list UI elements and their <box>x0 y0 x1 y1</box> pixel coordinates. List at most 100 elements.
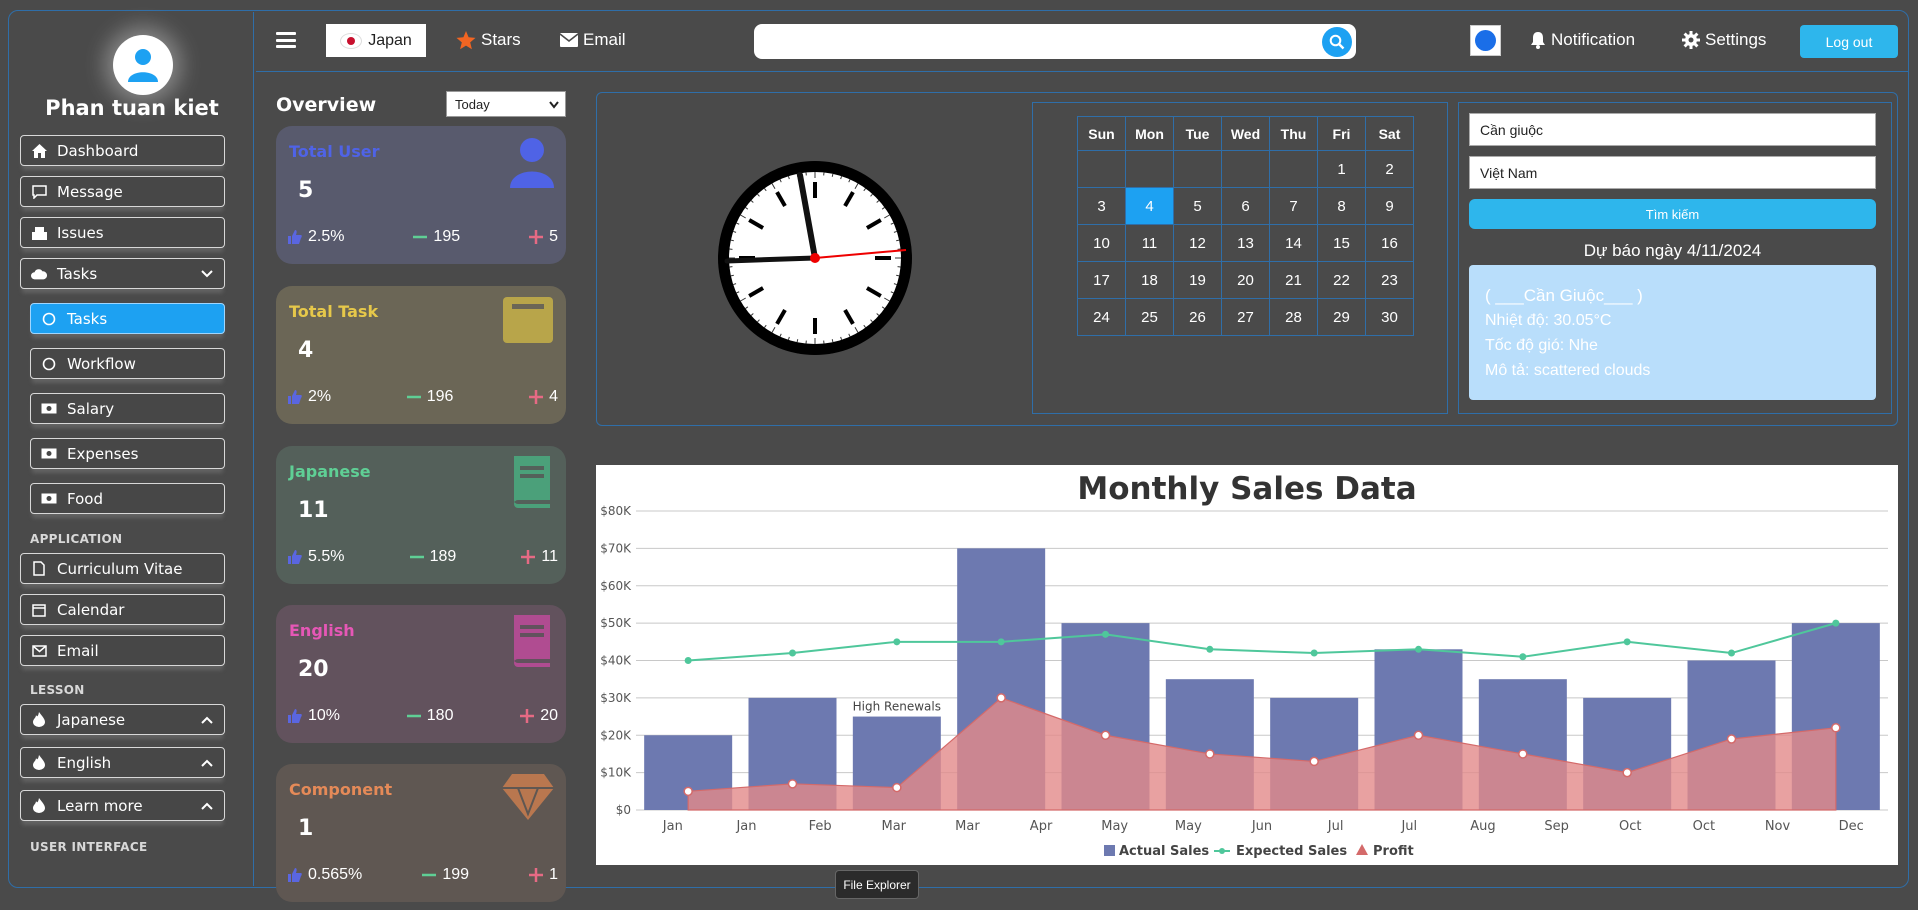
weather-wind: Tốc độ gió: Nhe <box>1485 337 1598 354</box>
theme-color-picker[interactable] <box>1470 25 1501 56</box>
sidebar-subitem-workflow[interactable]: Workflow <box>30 348 225 379</box>
sidebar-item-calendar[interactable]: Calendar <box>20 594 225 625</box>
calendar-day[interactable]: 13 <box>1221 224 1270 262</box>
weather-search-button[interactable]: Tìm kiếm <box>1469 199 1876 229</box>
x-tick-label: Jan <box>662 819 683 834</box>
file-explorer-tooltip: File Explorer <box>835 870 919 899</box>
calendar-day[interactable]: 22 <box>1317 261 1366 299</box>
calendar-day[interactable]: 25 <box>1125 298 1174 336</box>
stars-link[interactable]: Stars <box>456 30 521 50</box>
calendar-day[interactable]: 10 <box>1077 224 1126 262</box>
home-icon <box>31 143 47 159</box>
point-profit <box>1831 723 1841 733</box>
stat-minus-value: 189 <box>429 548 457 565</box>
city-input[interactable]: Cần giuộc <box>1469 113 1876 146</box>
calendar-day[interactable]: 23 <box>1365 261 1414 299</box>
search-input[interactable] <box>754 24 1356 59</box>
calendar-day[interactable]: 1 <box>1317 150 1366 188</box>
menu-icon[interactable] <box>276 32 296 48</box>
card-stats: 2% 196 4 <box>288 388 558 406</box>
email-link[interactable]: Email <box>560 30 626 50</box>
sidebar-item-learn-more[interactable]: Learn more <box>20 790 225 821</box>
calendar-day[interactable]: 29 <box>1317 298 1366 336</box>
sidebar-item-tasks[interactable]: Tasks <box>20 258 225 289</box>
overview-card[interactable]: English 20 10% 180 20 <box>276 605 566 743</box>
stat-plus: 20 <box>520 707 558 725</box>
sidebar-item-curriculum-vitae[interactable]: Curriculum Vitae <box>20 553 225 584</box>
username: Phan tuan kiet <box>45 96 219 120</box>
calendar-day <box>1125 150 1174 188</box>
card-value: 5 <box>298 178 314 203</box>
calendar-day[interactable]: 3 <box>1077 187 1126 225</box>
card-stats: 5.5% 189 11 <box>288 548 558 566</box>
flame-icon <box>31 712 47 728</box>
calendar-day[interactable]: 26 <box>1173 298 1222 336</box>
calendar-day[interactable]: 24 <box>1077 298 1126 336</box>
card-stats: 0.565% 199 1 <box>288 866 558 884</box>
x-tick-label: May <box>1101 819 1128 834</box>
calendar-day[interactable]: 6 <box>1221 187 1270 225</box>
sidebar-subitem-salary[interactable]: Salary <box>30 393 225 424</box>
sidebar-item-label: Salary <box>67 399 115 418</box>
y-tick-label: $20K <box>600 728 632 742</box>
sidebar-item-japanese[interactable]: Japanese <box>20 704 225 735</box>
settings-button[interactable]: Settings <box>1682 30 1766 50</box>
sidebar-subitem-expenses[interactable]: Expenses <box>30 438 225 469</box>
y-tick-label: $60K <box>600 579 632 593</box>
calendar-day[interactable]: 14 <box>1269 224 1318 262</box>
sidebar-item-label: Tasks <box>57 264 98 283</box>
period-select[interactable]: Today <box>446 91 566 117</box>
point-expected-sales <box>997 638 1005 646</box>
sidebar-item-label: Issues <box>57 223 104 242</box>
sidebar-item-label: Japanese <box>57 710 126 729</box>
calendar-day[interactable]: 30 <box>1365 298 1414 336</box>
sidebar-subitem-tasks[interactable]: Tasks <box>30 303 225 334</box>
country-input[interactable]: Việt Nam <box>1469 156 1876 189</box>
thumbs-up-icon <box>288 230 302 244</box>
sidebar-item-email[interactable]: Email <box>20 635 225 666</box>
calendar-day[interactable]: 18 <box>1125 261 1174 299</box>
avatar[interactable] <box>113 35 173 95</box>
sidebar-item-english[interactable]: English <box>20 747 225 778</box>
point-profit <box>1413 730 1424 740</box>
calendar-day[interactable]: 21 <box>1269 261 1318 299</box>
overview-card[interactable]: Japanese 11 5.5% 189 11 <box>276 446 566 584</box>
search-button[interactable] <box>1322 27 1352 57</box>
overview-card[interactable]: Total Task 4 2% 196 4 <box>276 286 566 424</box>
calendar-day[interactable]: 9 <box>1365 187 1414 225</box>
calendar-day[interactable]: 27 <box>1221 298 1270 336</box>
calendar-day[interactable]: 2 <box>1365 150 1414 188</box>
sidebar-subitem-food[interactable]: Food <box>30 483 225 514</box>
sidebar-item-issues[interactable]: Issues <box>20 217 225 248</box>
card-value: 1 <box>298 816 314 841</box>
plus-icon <box>529 230 544 244</box>
calendar-day[interactable]: 8 <box>1317 187 1366 225</box>
calendar-day[interactable]: 19 <box>1173 261 1222 299</box>
calendar-day[interactable]: 7 <box>1269 187 1318 225</box>
calendar-day[interactable]: 11 <box>1125 224 1174 262</box>
sales-chart-svg: Monthly Sales Data $0 $10K $20K $30K $40K $50K… <box>600 471 1888 859</box>
language-button[interactable]: Japan <box>326 24 426 57</box>
calendar-day[interactable]: 15 <box>1317 224 1366 262</box>
calendar-day[interactable]: 28 <box>1269 298 1318 336</box>
calendar-day[interactable]: 16 <box>1365 224 1414 262</box>
document-icon <box>31 561 47 577</box>
calendar-day[interactable]: 12 <box>1173 224 1222 262</box>
notification-button[interactable]: Notification <box>1530 30 1635 50</box>
stat-minus: 180 <box>406 707 453 725</box>
stat-percent: 2.5% <box>288 228 344 246</box>
logout-button[interactable]: Log out <box>1800 25 1898 58</box>
calendar-day[interactable]: 4 <box>1125 187 1174 225</box>
overview-card[interactable]: Total User 5 2.5% 195 5 <box>276 126 566 264</box>
calendar-day[interactable]: 5 <box>1173 187 1222 225</box>
legend-label: Expected Sales <box>1236 844 1347 859</box>
chart-title: Monthly Sales Data <box>1077 471 1416 507</box>
overview-card[interactable]: Component 1 0.565% 199 1 <box>276 764 566 902</box>
sidebar-item-dashboard[interactable]: Dashboard <box>20 135 225 166</box>
section-application: APPLICATION <box>30 532 123 546</box>
calendar-day[interactable]: 17 <box>1077 261 1126 299</box>
point-profit <box>787 779 798 789</box>
stat-percent-value: 2% <box>308 388 332 405</box>
sidebar-item-message[interactable]: Message <box>20 176 225 207</box>
calendar-day[interactable]: 20 <box>1221 261 1270 299</box>
